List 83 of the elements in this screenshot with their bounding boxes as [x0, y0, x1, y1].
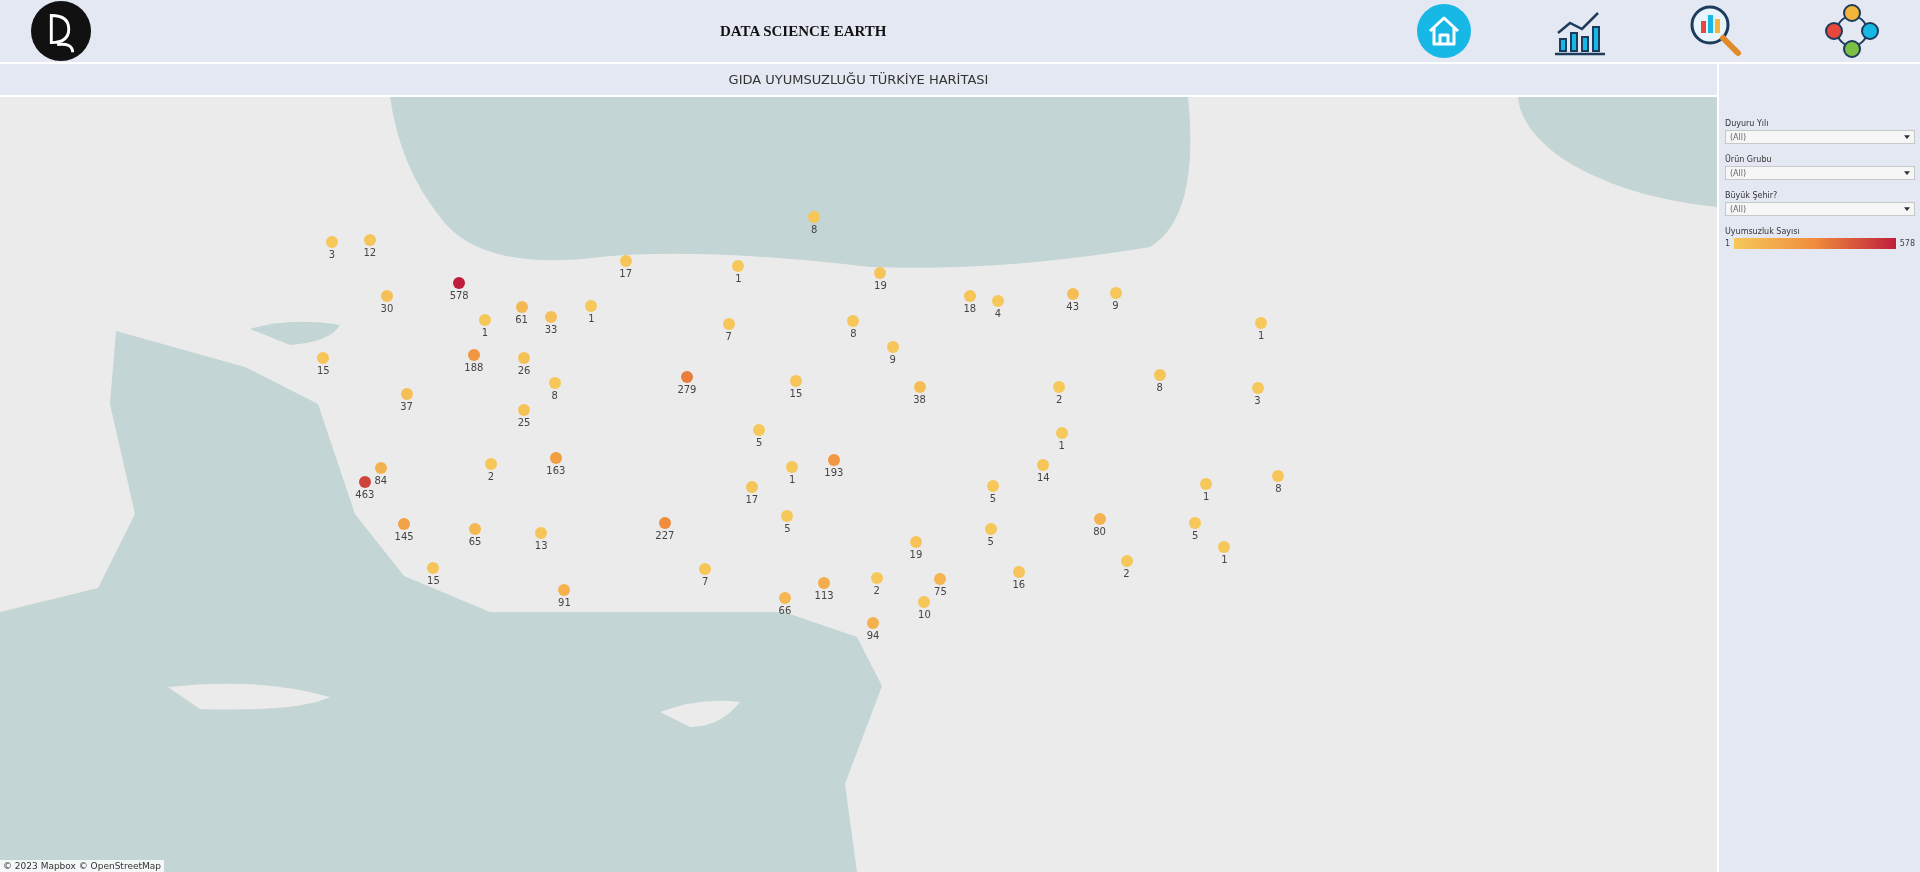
site-title: DATA SCIENCE EARTH [720, 22, 887, 40]
marker-value: 5 [1190, 529, 1200, 542]
marker-value: 80 [1092, 526, 1107, 539]
marker-value: 578 [448, 289, 470, 302]
marker-value: 33 [543, 324, 559, 337]
marker-value: 1 [587, 313, 596, 326]
filter-label: Ürün Grubu [1725, 155, 1773, 164]
marker-value: 227 [654, 529, 676, 542]
marker-value: 7 [701, 576, 710, 589]
marker-value: 5 [988, 493, 998, 506]
marker-value: 193 [823, 467, 845, 480]
marker-value: 5 [755, 436, 764, 449]
legend-min: 1 [1725, 239, 1731, 248]
marker-value: 145 [393, 531, 415, 544]
filter-dropdown[interactable]: (All) [1725, 166, 1915, 180]
marker-value: 19 [873, 280, 888, 293]
caret-icon [1904, 135, 1910, 139]
caret-icon [1904, 207, 1910, 211]
marker-value: 2 [1122, 567, 1131, 580]
marker-value: 7 [724, 331, 733, 344]
marker-value: 8 [810, 223, 819, 236]
marker-value: 14 [1035, 472, 1051, 485]
marker-value: 15 [426, 575, 441, 588]
marker-value: 9 [1111, 299, 1120, 312]
marker-value: 3 [1253, 395, 1262, 408]
filter-label: Büyük Şehir? [1725, 191, 1779, 200]
marker-value: 2 [872, 584, 881, 597]
legend-max: 578 [1899, 239, 1915, 248]
search-icon[interactable] [1688, 3, 1744, 59]
marker-value: 19 [908, 549, 924, 562]
marker-value: 1 [480, 326, 490, 339]
marker-value: 279 [676, 384, 698, 397]
caret-icon [1904, 171, 1910, 175]
marker-value: 17 [618, 267, 634, 280]
marker-value: 75 [933, 586, 948, 599]
marker-value: 1 [1057, 440, 1066, 453]
marker-value: 113 [813, 589, 835, 602]
marker-value: 61 [514, 314, 529, 327]
marker-value: 13 [533, 539, 549, 552]
team-icon[interactable] [1824, 3, 1880, 59]
marker-value: 38 [912, 393, 927, 406]
marker-value: 1 [1257, 330, 1266, 343]
marker-value: 188 [463, 362, 485, 375]
marker-value: 5 [783, 522, 792, 535]
marker-value: 463 [354, 489, 376, 502]
marker-value: 26 [516, 364, 532, 377]
marker-value: 65 [467, 535, 483, 548]
marker-value: 12 [362, 247, 378, 259]
marker-value: 18 [962, 303, 978, 316]
map-attribution: © 2023 Mapbox © OpenStreetMap [0, 860, 164, 872]
marker-value: 16 [1011, 578, 1027, 591]
marker-value: 1 [1220, 554, 1229, 567]
marker-value: 8 [1274, 483, 1283, 496]
filter-label: Duyuru Yılı [1725, 119, 1770, 128]
marker-value: 8 [849, 327, 858, 340]
marker-value: 2 [486, 471, 496, 484]
marker-value: 9 [888, 353, 897, 366]
marker-value: 66 [777, 604, 793, 617]
marker-value: 25 [516, 417, 532, 430]
marker-value: 3 [327, 249, 336, 262]
marker-value: 91 [557, 597, 572, 610]
marker-value: 4 [993, 308, 1003, 321]
marker-value: 94 [865, 630, 881, 643]
legend-title: Uyumsuzluk Sayısı [1725, 227, 1801, 236]
marker-value: 43 [1065, 300, 1080, 313]
marker-value: 5 [986, 535, 995, 548]
marker-value: 10 [917, 609, 932, 622]
marker-value: 8 [1155, 381, 1164, 394]
marker-value: 2 [1055, 393, 1064, 406]
marker-value: 17 [744, 494, 760, 507]
marker-value: 1 [788, 473, 797, 486]
marker-value: 163 [545, 464, 567, 477]
marker-value: 1 [734, 272, 743, 285]
marker-value: 15 [788, 387, 804, 400]
marker-value: 15 [315, 364, 331, 377]
marker-value: 8 [550, 390, 559, 403]
marker-value: 84 [373, 474, 389, 487]
filter-dropdown[interactable]: (All) [1725, 130, 1915, 144]
home-icon[interactable] [1416, 3, 1472, 59]
filter-dropdown[interactable]: (All) [1725, 202, 1915, 216]
marker-value: 37 [399, 401, 414, 414]
marker-value: 30 [379, 303, 395, 316]
marker-value: 1 [1201, 490, 1211, 503]
